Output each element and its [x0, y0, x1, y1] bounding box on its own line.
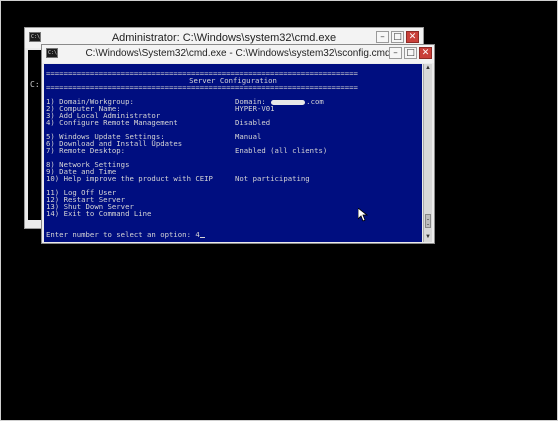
maximize-button[interactable]: □: [391, 31, 404, 43]
prompt-text: Enter number to select an option: 4: [46, 230, 200, 239]
minimize-button[interactable]: –: [376, 31, 389, 43]
menu-value-ceip: Not participating: [235, 174, 310, 183]
menu-item-remote-management: 4) Configure Remote Management: [46, 118, 178, 127]
close-button[interactable]: ✕: [406, 31, 419, 43]
scroll-up-arrow-icon[interactable]: ▲: [424, 64, 432, 73]
scroll-down-arrow-icon[interactable]: ▼: [424, 233, 432, 242]
menu-value-computer-name: HYPER-V01: [235, 104, 275, 113]
console-rule-bottom: ========================================…: [46, 83, 358, 92]
text-cursor: [199, 237, 205, 238]
back-window-controls: – □ ✕: [376, 31, 419, 43]
scrollbar-thumb[interactable]: [425, 214, 431, 228]
command-prompt[interactable]: Enter number to select an option: 4: [46, 231, 205, 238]
close-button[interactable]: ✕: [419, 47, 432, 59]
mouse-pointer-icon: [358, 208, 368, 222]
menu-value-remote-management: Disabled: [235, 118, 271, 127]
sconfig-window-title: C:\Windows\System32\cmd.exe - C:\Windows…: [85, 48, 391, 59]
minimize-button[interactable]: –: [389, 47, 402, 59]
menu-item-exit: 14) Exit to Command Line: [46, 209, 152, 218]
sconfig-window-titlebar[interactable]: C:\ C:\Windows\System32\cmd.exe - C:\Win…: [42, 45, 434, 63]
menu-value-remote-desktop: Enabled (all clients): [235, 146, 328, 155]
sconfig-window-controls: – □ ✕: [389, 47, 432, 59]
back-window-title: Administrator: C:\Windows\system32\cmd.e…: [111, 32, 337, 44]
menu-value-windows-update: Manual: [235, 132, 262, 141]
redacted-domain-mark: [271, 99, 306, 105]
domain-suffix: .com: [306, 97, 324, 106]
back-console-text: C:: [30, 80, 40, 89]
maximize-button[interactable]: □: [404, 47, 417, 59]
menu-item-ceip: 10) Help improve the product with CEIP: [46, 174, 213, 183]
sconfig-window[interactable]: C:\ C:\Windows\System32\cmd.exe - C:\Win…: [41, 44, 435, 244]
menu-item-remote-desktop: 7) Remote Desktop:: [46, 146, 126, 155]
vertical-scrollbar[interactable]: ▲ ▼: [423, 64, 432, 242]
